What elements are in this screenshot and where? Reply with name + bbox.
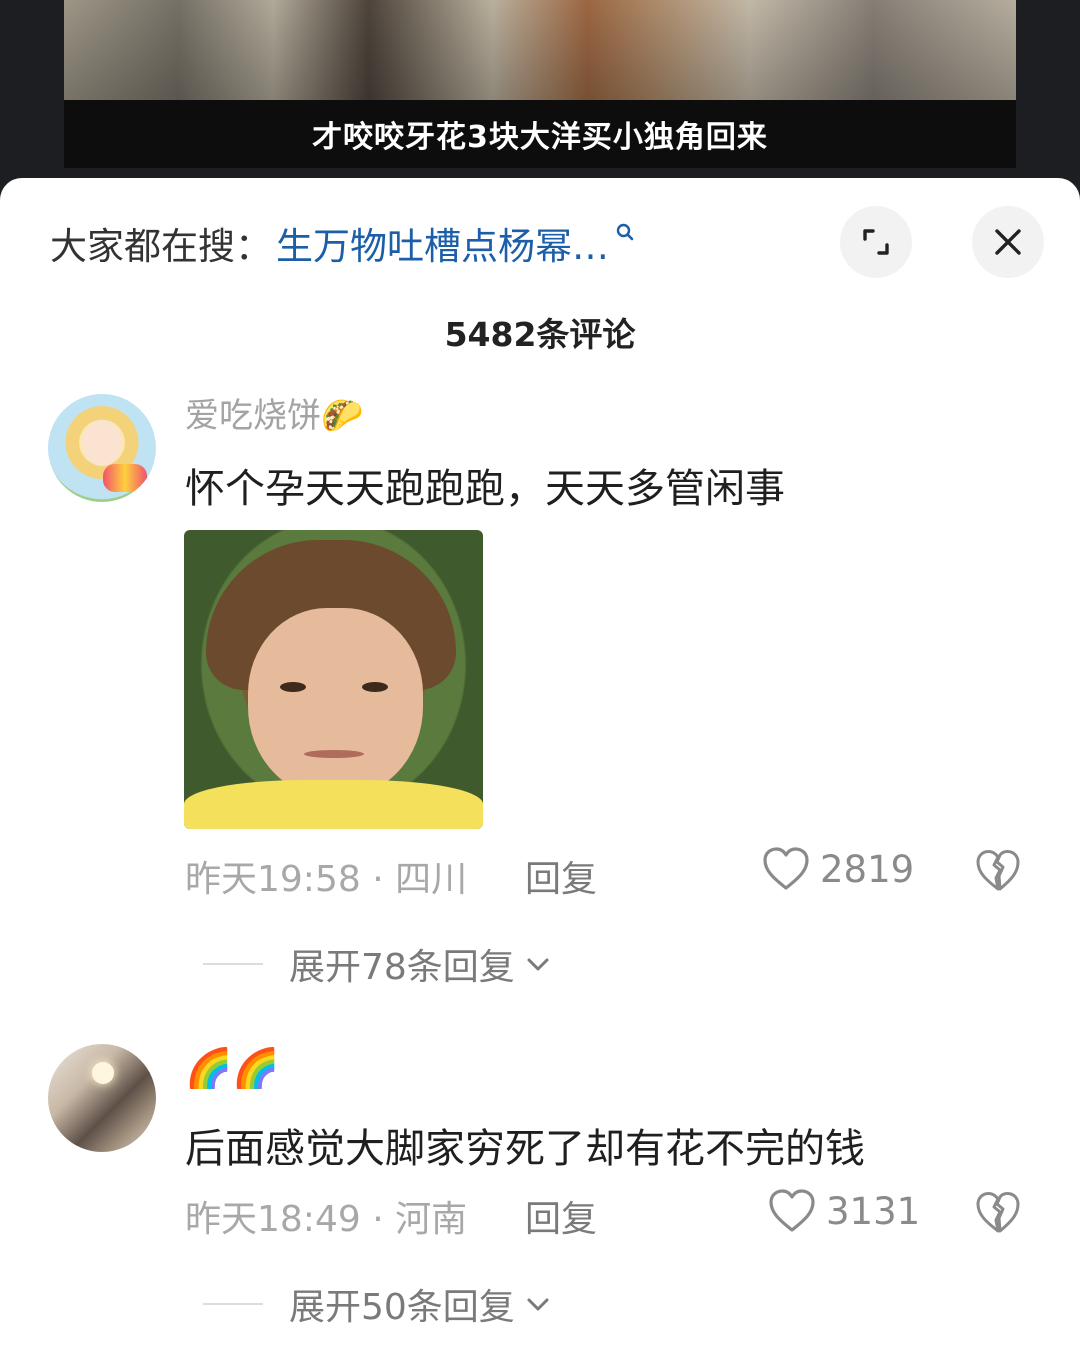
divider-line [203, 1303, 263, 1305]
trending-search-label: 大家都在搜： [50, 225, 272, 268]
comment-sheet: 大家都在搜： 生万物吐槽点杨幂… 5482条评论 爱吃烧饼🌮 怀个孕天天跑跑跑，… [0, 178, 1080, 1370]
like-count: 3131 [826, 1189, 921, 1233]
comment-image[interactable] [184, 530, 483, 829]
broken-heart-icon[interactable] [975, 1190, 1021, 1236]
heart-icon [763, 847, 809, 890]
video-subtitle: 才咬咬牙花3块大洋买小独角回来 [312, 120, 768, 155]
video-frame [64, 0, 1016, 100]
reply-button[interactable]: 回复 [525, 850, 597, 902]
expand-replies-button[interactable]: 展开78条回复 [203, 938, 551, 990]
expand-replies-label: 展开78条回复 [289, 947, 515, 988]
comment-count: 5482条评论 [444, 315, 636, 354]
trending-search-term[interactable]: 生万物吐槽点杨幂… [276, 216, 609, 270]
comment-meta: 昨天18:49 · 河南 [185, 1190, 467, 1242]
subtitle-bar: 才咬咬牙花3块大洋买小独角回来 [64, 100, 1016, 168]
comment-time: 昨天18:49 [185, 1199, 361, 1240]
broken-heart-icon[interactable] [975, 848, 1021, 894]
avatar[interactable] [48, 1044, 156, 1152]
chevron-down-icon [527, 1298, 549, 1311]
comment-time: 昨天19:58 [185, 859, 361, 900]
search-icon[interactable] [615, 222, 635, 242]
close-button[interactable] [972, 206, 1044, 278]
username[interactable]: 🌈🌈 [185, 1046, 280, 1091]
comment-meta: 昨天19:58 · 四川 [185, 850, 467, 902]
like-button[interactable]: 2819 [762, 846, 914, 892]
heart-icon [769, 1189, 815, 1232]
meta-separator: · [372, 859, 396, 900]
comment-text: 后面感觉大脚家穷死了却有花不完的钱 [185, 1126, 865, 1172]
like-count: 2819 [820, 847, 915, 891]
divider-line [203, 963, 263, 965]
chevron-down-icon [527, 958, 549, 971]
expand-button[interactable] [840, 206, 912, 278]
expand-icon [863, 229, 889, 255]
close-icon [995, 229, 1021, 255]
reply-button[interactable]: 回复 [525, 1190, 597, 1242]
like-button[interactable]: 3131 [768, 1188, 920, 1234]
meta-separator: · [372, 1199, 396, 1240]
expand-replies-button[interactable]: 展开50条回复 [203, 1278, 551, 1330]
comment-location: 河南 [395, 1199, 468, 1240]
comment-location: 四川 [395, 859, 468, 900]
trending-search[interactable]: 大家都在搜： 生万物吐槽点杨幂… [50, 218, 635, 268]
avatar[interactable] [48, 394, 156, 502]
username[interactable]: 爱吃烧饼🌮 [185, 388, 363, 437]
comment-text: 怀个孕天天跑跑跑，天天多管闲事 [185, 466, 785, 512]
expand-replies-label: 展开50条回复 [289, 1287, 515, 1328]
video-player[interactable]: 才咬咬牙花3块大洋买小独角回来 [0, 0, 1080, 185]
